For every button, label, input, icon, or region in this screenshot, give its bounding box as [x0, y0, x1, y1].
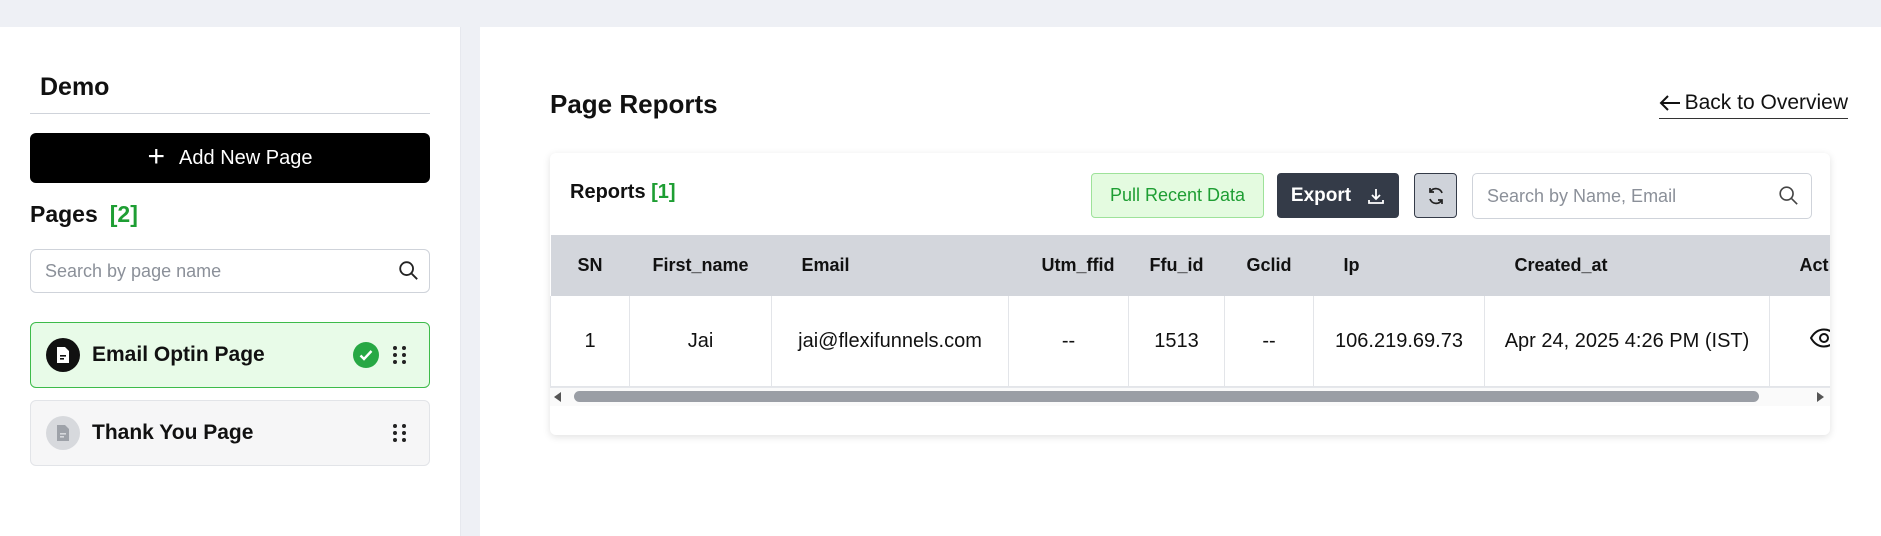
cell-email: jai@flexifunnels.com [771, 296, 1009, 387]
page-search-box [30, 249, 430, 293]
column-header-gclid[interactable]: Gclid [1224, 235, 1314, 296]
divider [30, 113, 430, 114]
table-header-row: SN First_name Email Utm_ffid Ffu_id Gcli… [550, 235, 1830, 296]
export-button[interactable]: Export [1277, 173, 1399, 218]
reports-title: Reports [570, 181, 646, 203]
arrow-left-icon [1659, 95, 1680, 111]
refresh-icon [1428, 187, 1443, 204]
column-header-ip[interactable]: Ip [1313, 235, 1485, 296]
eye-icon[interactable] [1809, 328, 1830, 348]
drag-handle-icon[interactable] [393, 422, 407, 444]
sidebar: Demo + Add New Page Pages [2] Email Optin… [0, 27, 461, 536]
scroll-right-icon[interactable] [1817, 392, 1824, 402]
column-header-utm-ffid[interactable]: Utm_ffid [1008, 235, 1129, 296]
document-icon [46, 416, 80, 450]
pages-count: [2] [109, 201, 138, 227]
reports-card: Reports [1] Pull Recent Data Export Sear… [550, 153, 1830, 435]
back-to-overview-label: Back to Overview [1684, 91, 1848, 114]
pages-title: Pages [30, 201, 98, 227]
column-header-actions[interactable]: Act [1769, 235, 1830, 296]
project-name: Demo [40, 73, 110, 101]
cell-created-at: Apr 24, 2025 4:26 PM (IST) [1484, 296, 1770, 387]
reports-heading: Reports [1] [570, 181, 676, 204]
check-circle-icon [353, 342, 379, 368]
horizontal-scrollbar[interactable] [550, 387, 1830, 406]
cell-actions [1769, 296, 1830, 387]
column-header-first-name[interactable]: First_name [629, 235, 772, 296]
main-panel: Page Reports Back to Overview Reports [1… [480, 27, 1881, 536]
table-row: 1 Jai jai@flexifunnels.com -- 1513 -- 10… [550, 296, 1830, 387]
add-new-page-label: Add New Page [179, 146, 313, 169]
report-search-input[interactable] [1473, 174, 1769, 218]
pull-recent-data-button[interactable]: Pull Recent Data [1091, 173, 1264, 218]
scroll-left-icon[interactable] [554, 392, 561, 402]
cell-gclid: -- [1224, 296, 1314, 387]
drag-handle-icon[interactable] [393, 344, 407, 366]
search-icon[interactable] [397, 259, 419, 281]
reports-table: SN First_name Email Utm_ffid Ffu_id Gcli… [550, 235, 1830, 387]
cell-sn: 1 [550, 296, 630, 387]
download-icon [1368, 188, 1384, 204]
cell-utm-ffid: -- [1008, 296, 1129, 387]
column-header-email[interactable]: Email [771, 235, 1009, 296]
export-label: Export [1290, 184, 1352, 206]
page-item-thank-you[interactable]: Thank You Page [30, 400, 430, 466]
add-new-page-button[interactable]: + Add New Page [30, 133, 430, 183]
report-search-box [1472, 173, 1812, 219]
pages-heading: Pages [2] [30, 201, 138, 228]
panel-gap [461, 27, 480, 536]
cell-ip: 106.219.69.73 [1313, 296, 1485, 387]
reports-count: [1] [651, 181, 676, 203]
cell-first-name: Jai [629, 296, 772, 387]
column-header-sn[interactable]: SN [550, 235, 630, 296]
plus-icon: + [147, 139, 166, 173]
page-search-input[interactable] [31, 250, 387, 292]
back-to-overview-link[interactable]: Back to Overview [1658, 91, 1848, 119]
search-icon[interactable] [1777, 184, 1799, 206]
page-item-label: Email Optin Page [92, 343, 265, 366]
column-header-ffu-id[interactable]: Ffu_id [1128, 235, 1225, 296]
page-item-label: Thank You Page [92, 421, 254, 444]
reports-table-container: SN First_name Email Utm_ffid Ffu_id Gcli… [550, 235, 1830, 387]
page-title: Page Reports [550, 89, 718, 119]
scrollbar-thumb[interactable] [574, 391, 1759, 402]
refresh-button[interactable] [1414, 173, 1457, 218]
column-header-created-at[interactable]: Created_at [1484, 235, 1770, 296]
cell-ffu-id: 1513 [1128, 296, 1225, 387]
document-icon [46, 338, 80, 372]
page-item-email-optin[interactable]: Email Optin Page [30, 322, 430, 388]
